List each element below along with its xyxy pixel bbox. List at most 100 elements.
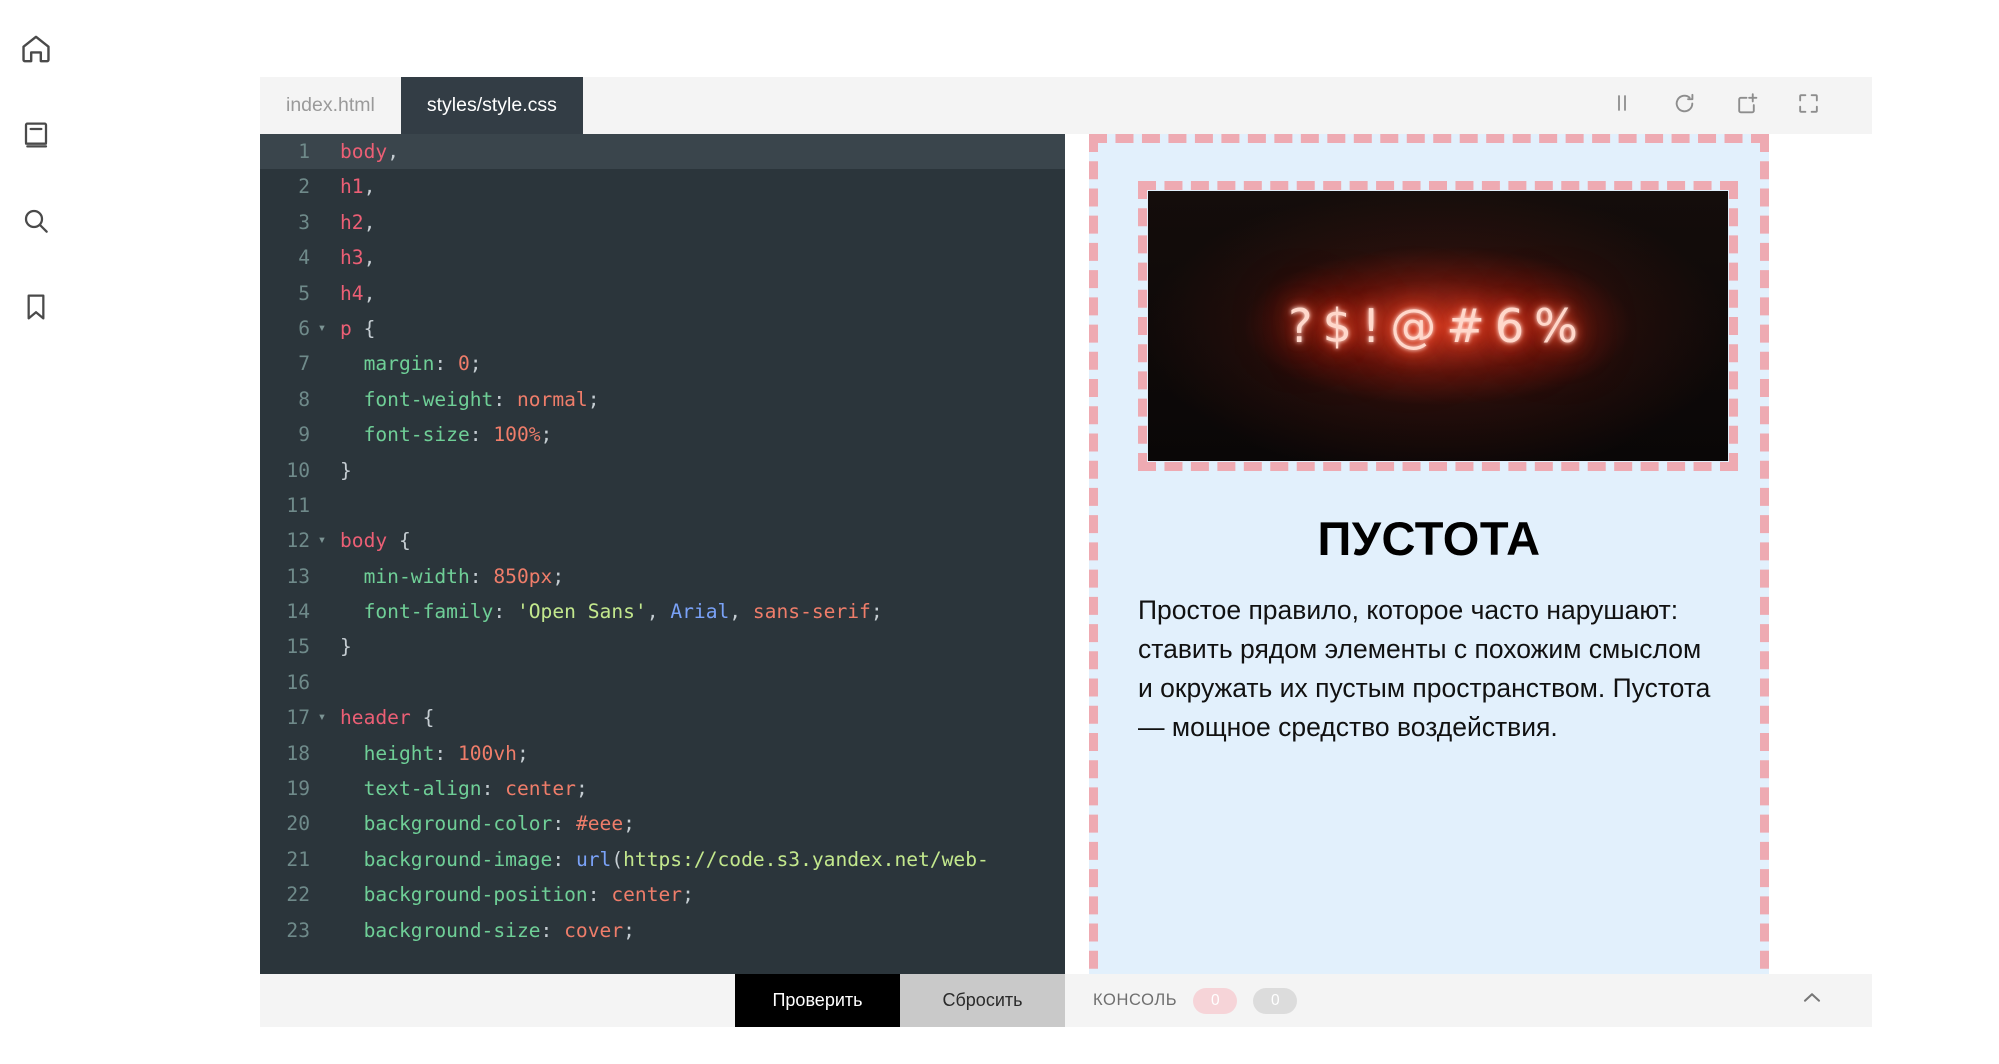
code-line[interactable]: 12 ▾ body { [260, 523, 1065, 558]
preview-viewport: ?$!@#6% ПУСТОТА Простое правило, которое… [1065, 134, 1872, 974]
fold-toggle-icon[interactable]: ▾ [312, 311, 332, 346]
code-line[interactable]: 20 background-color: #eee; [260, 806, 1065, 841]
fold-toggle-icon [312, 205, 332, 240]
line-number: 16 [286, 670, 310, 694]
code-line[interactable]: 1 body, [260, 134, 1065, 170]
fold-toggle-icon [312, 169, 332, 204]
console-collapse-button[interactable] [1792, 981, 1832, 1021]
code-line[interactable]: 10} [260, 453, 1065, 488]
console-error-count: 0 [1193, 987, 1238, 1014]
line-number: 4 [298, 246, 310, 270]
preview-panel: ?$!@#6% ПУСТОТА Простое правило, которое… [1065, 77, 1872, 1027]
line-number: 20 [286, 812, 310, 836]
fold-toggle-icon [312, 842, 332, 877]
code-line[interactable]: 5 h4, [260, 276, 1065, 311]
fold-toggle-icon [312, 276, 332, 311]
ide-window: index.html styles/style.css 1 body, 2 h1, 3 h… [260, 77, 1872, 1027]
code-line-text: font-family: 'Open Sans', Arial, sans-se… [340, 600, 883, 624]
preview-hero-section: ?$!@#6% ПУСТОТА Простое правило, которое… [1089, 134, 1769, 974]
console-warning-count: 0 [1253, 987, 1298, 1014]
fold-toggle-icon [312, 665, 332, 700]
code-line[interactable]: 13 min-width: 850px; [260, 559, 1065, 594]
code-line[interactable]: 16 [260, 665, 1065, 700]
code-line[interactable]: 14 font-family: 'Open Sans', Arial, sans… [260, 594, 1065, 629]
fullscreen-icon [1796, 91, 1821, 121]
code-line-text: background-size: cover; [340, 918, 635, 942]
line-number: 7 [298, 352, 310, 376]
code-line[interactable]: 6 ▾ p { [260, 311, 1065, 346]
line-number: 6 [298, 316, 310, 340]
sidebar-item-home[interactable] [13, 26, 59, 72]
check-button[interactable]: Проверить [735, 974, 900, 1027]
code-line-text: font-weight: normal; [340, 387, 600, 411]
sidebar-item-search[interactable] [13, 198, 59, 244]
book-icon [20, 119, 52, 151]
fold-toggle-icon [312, 488, 332, 523]
pause-icon [1610, 91, 1634, 120]
code-line[interactable]: 9 font-size: 100%; [260, 417, 1065, 452]
line-number: 22 [286, 883, 310, 907]
console-label: КОНСОЛЬ [1093, 991, 1178, 1009]
code-line[interactable]: 18 height: 100vh; [260, 736, 1065, 771]
editor-action-bar: Проверить Сбросить [260, 974, 1065, 1027]
code-line[interactable]: 19 text-align: center; [260, 771, 1065, 806]
code-line[interactable]: 17 ▾ header { [260, 700, 1065, 735]
fold-toggle-icon [312, 346, 332, 381]
code-line-text: p { [340, 316, 376, 340]
fold-toggle-icon [312, 771, 332, 806]
refresh-button[interactable] [1670, 92, 1698, 120]
tab-styles-style-css[interactable]: styles/style.css [400, 77, 583, 134]
fold-toggle-icon[interactable]: ▾ [312, 523, 332, 558]
fold-toggle-icon [312, 629, 332, 664]
line-number: 10 [286, 458, 310, 482]
code-line[interactable]: 7 margin: 0; [260, 346, 1065, 381]
preview-image-frame: ?$!@#6% [1138, 181, 1738, 471]
code-line-text: font-size: 100%; [340, 423, 553, 447]
code-line[interactable]: 2 h1, [260, 169, 1065, 204]
code-line-text: background-color: #eee; [340, 812, 635, 836]
code-line-text: h3, [340, 246, 376, 270]
code-line[interactable]: 15} [260, 629, 1065, 664]
code-editor[interactable]: 1 body, 2 h1, 3 h2, 4 h3, 5 h4, 6 ▾ p {7 margin: 0; 8… [260, 134, 1065, 974]
code-line-text: body { [340, 529, 411, 553]
line-number: 18 [286, 741, 310, 765]
code-line[interactable]: 23 background-size: cover; [260, 913, 1065, 948]
code-line[interactable]: 22 background-position: center; [260, 877, 1065, 912]
code-line[interactable]: 21 background-image: url(https://code.s3… [260, 842, 1065, 877]
code-line[interactable]: 4 h3, [260, 240, 1065, 275]
reset-button[interactable]: Сбросить [900, 974, 1065, 1027]
fold-toggle-icon[interactable]: ▾ [312, 700, 332, 735]
line-number: 12 [286, 529, 310, 553]
fold-toggle-icon [312, 806, 332, 841]
app-root: index.html styles/style.css 1 body, 2 h1, 3 h… [0, 0, 1999, 1064]
code-line-text: background-image: url(https://code.s3.ya… [340, 847, 989, 871]
tab-index-html[interactable]: index.html [260, 77, 401, 134]
pause-button[interactable] [1608, 92, 1636, 120]
code-line[interactable]: 3 h2, [260, 205, 1065, 240]
code-line-text: h4, [340, 281, 376, 305]
sidebar-item-bookmarks[interactable] [13, 284, 59, 330]
bookmark-icon [20, 291, 52, 323]
line-number: 9 [298, 423, 310, 447]
line-number: 11 [286, 493, 310, 517]
line-number: 23 [286, 918, 310, 942]
fold-toggle-icon [312, 382, 332, 417]
sidebar-item-textbook[interactable] [13, 112, 59, 158]
fold-toggle-icon [312, 240, 332, 275]
fullscreen-button[interactable] [1794, 92, 1822, 120]
code-line-text: background-position: center; [340, 883, 694, 907]
code-line-text: } [340, 458, 352, 482]
code-line-text: } [340, 635, 352, 659]
code-line-text: height: 100vh; [340, 741, 529, 765]
fold-toggle-icon [312, 736, 332, 771]
code-line[interactable]: 11 [260, 488, 1065, 523]
code-line[interactable]: 8 font-weight: normal; [260, 382, 1065, 417]
refresh-icon [1672, 91, 1697, 121]
line-number: 13 [286, 564, 310, 588]
preview-title: ПУСТОТА [1317, 512, 1541, 565]
line-number: 19 [286, 777, 310, 801]
line-number: 14 [286, 600, 310, 624]
search-icon [20, 205, 52, 237]
open-in-new-button[interactable] [1732, 92, 1760, 120]
